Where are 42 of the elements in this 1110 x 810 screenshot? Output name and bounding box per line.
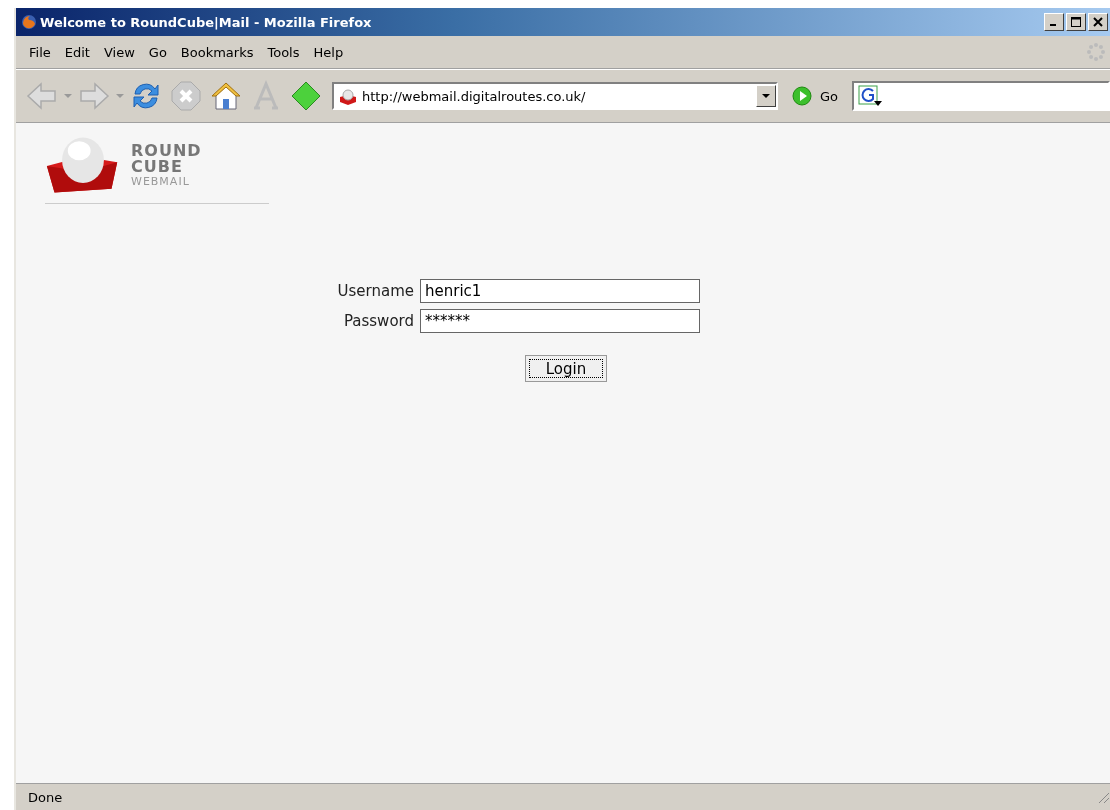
login-button[interactable]: Login <box>525 355 607 382</box>
play-icon <box>792 86 812 106</box>
menu-item[interactable]: Help <box>310 44 355 60</box>
window-title: Welcome to RoundCube|Mail - Mozilla Firefox <box>40 14 372 30</box>
reload-icon[interactable] <box>130 80 162 112</box>
throbber-icon <box>1086 42 1106 62</box>
dropdown-icon[interactable] <box>64 94 72 98</box>
dropdown-icon[interactable] <box>116 94 124 98</box>
minimize-icon <box>1050 24 1056 26</box>
go-button[interactable]: Go <box>786 86 845 106</box>
diamond-icon[interactable] <box>290 80 322 112</box>
back-arrow-icon[interactable] <box>26 80 58 112</box>
close-button[interactable] <box>1088 13 1108 31</box>
firefox-icon <box>21 14 37 30</box>
logo-subtext: WEBMAIL <box>131 176 191 187</box>
google-icon <box>858 85 883 107</box>
forward-arrow-icon[interactable] <box>78 80 110 112</box>
menu-item[interactable]: File <box>26 44 62 60</box>
menu-item[interactable]: Tools <box>264 44 311 60</box>
logo-text: ROUND <box>131 143 202 159</box>
close-icon <box>1093 17 1103 27</box>
logo-text: CUBE <box>131 159 184 175</box>
resize-grip-icon[interactable] <box>1096 790 1110 804</box>
address-field[interactable]: http://webmail.digitalroutes.co.uk/ <box>332 82 778 110</box>
menu-item[interactable]: Go <box>145 44 178 60</box>
status-text: Done <box>27 789 63 805</box>
dropdown-button[interactable] <box>756 85 776 107</box>
menu-item[interactable]: Edit <box>61 44 101 60</box>
minimize-button[interactable] <box>1044 13 1064 31</box>
maximize-button[interactable] <box>1066 13 1086 31</box>
cube-icon <box>338 86 358 106</box>
menu-item[interactable]: View <box>100 44 146 60</box>
stop-icon[interactable] <box>170 80 202 112</box>
field-label: Username <box>336 282 414 300</box>
field-label: Password <box>342 312 414 330</box>
maximize-icon <box>1071 17 1081 27</box>
input-field[interactable]: ****** <box>420 309 700 333</box>
search-field[interactable] <box>852 81 1110 111</box>
menu-item[interactable]: Bookmarks <box>177 44 265 60</box>
home-icon[interactable] <box>210 80 242 112</box>
caret-icon <box>762 94 770 98</box>
input-field[interactable]: henric1 <box>420 279 700 303</box>
